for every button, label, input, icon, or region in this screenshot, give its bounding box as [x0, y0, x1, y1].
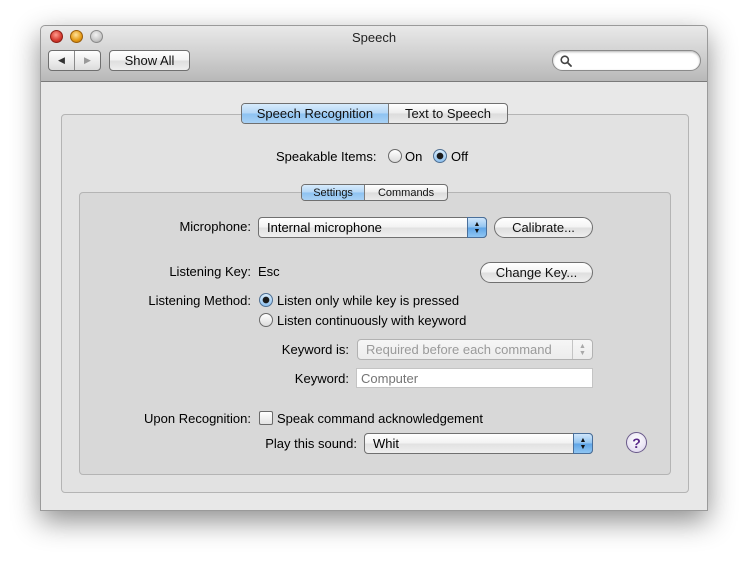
- play-sound-value: Whit: [373, 436, 399, 451]
- keyword-label: Keyword:: [294, 371, 349, 386]
- speakable-items-label: Speakable Items:: [276, 149, 377, 164]
- popup-arrows-icon: ▲ ▼: [467, 217, 487, 238]
- keyword-field[interactable]: [356, 368, 593, 388]
- keyword-input[interactable]: [357, 369, 592, 387]
- main-tab-bar: Speech Recognition Text to Speech: [241, 103, 508, 124]
- microphone-value: Internal microphone: [267, 220, 382, 235]
- speakable-on-radio[interactable]: [388, 149, 402, 163]
- upon-recognition-label: Upon Recognition:: [144, 411, 251, 426]
- tab-settings[interactable]: Settings: [302, 185, 365, 200]
- triangle-right-icon: ▶: [84, 55, 91, 65]
- help-button[interactable]: ?: [626, 432, 647, 453]
- listen-while-pressed-radio[interactable]: [259, 293, 273, 307]
- listen-continuously-label[interactable]: Listen continuously with keyword: [277, 313, 466, 328]
- tab-text-to-speech[interactable]: Text to Speech: [387, 104, 507, 123]
- keyword-is-popup[interactable]: Required before each command ▲ ▼: [357, 339, 593, 360]
- listen-while-pressed-label[interactable]: Listen only while key is pressed: [277, 293, 459, 308]
- search-field[interactable]: [552, 50, 701, 71]
- window-title: Speech: [351, 30, 397, 45]
- speak-acknowledgement-checkbox[interactable]: [259, 411, 273, 425]
- keyword-is-label: Keyword is:: [281, 342, 349, 357]
- tab-speech-recognition[interactable]: Speech Recognition: [242, 104, 388, 123]
- microphone-popup[interactable]: Internal microphone ▲ ▼: [258, 217, 487, 238]
- popup-arrows-icon: ▲ ▼: [572, 340, 592, 359]
- preferences-window: Speech ◀ ▶ Show All Speech Recognition T…: [40, 25, 708, 511]
- search-input[interactable]: [575, 53, 697, 70]
- title-bar: Speech ◀ ▶ Show All: [41, 26, 707, 82]
- speakable-on-label[interactable]: On: [405, 149, 422, 164]
- play-sound-label: Play this sound:: [265, 436, 357, 451]
- search-icon: [560, 55, 572, 67]
- calibrate-button[interactable]: Calibrate...: [494, 217, 593, 238]
- microphone-label: Microphone:: [179, 219, 251, 234]
- speakable-off-label[interactable]: Off: [451, 149, 468, 164]
- question-mark-icon: ?: [632, 434, 641, 451]
- sub-tab-bar: Settings Commands: [301, 184, 448, 201]
- play-sound-popup[interactable]: Whit ▲ ▼: [364, 433, 593, 454]
- listen-continuously-radio[interactable]: [259, 313, 273, 327]
- forward-button[interactable]: ▶: [74, 51, 100, 70]
- listening-key-label: Listening Key:: [169, 264, 251, 279]
- tab-commands[interactable]: Commands: [364, 185, 447, 200]
- back-forward-control: ◀ ▶: [48, 50, 101, 71]
- triangle-left-icon: ◀: [58, 55, 65, 65]
- listening-method-label: Listening Method:: [148, 293, 251, 308]
- keyword-is-value: Required before each command: [366, 342, 552, 357]
- speakable-off-radio[interactable]: [433, 149, 447, 163]
- back-button[interactable]: ◀: [49, 51, 74, 70]
- speak-acknowledgement-label[interactable]: Speak command acknowledgement: [277, 411, 483, 426]
- show-all-button[interactable]: Show All: [109, 50, 190, 71]
- listening-key-value: Esc: [258, 264, 280, 279]
- popup-arrows-icon: ▲ ▼: [573, 433, 593, 454]
- change-key-button[interactable]: Change Key...: [480, 262, 593, 283]
